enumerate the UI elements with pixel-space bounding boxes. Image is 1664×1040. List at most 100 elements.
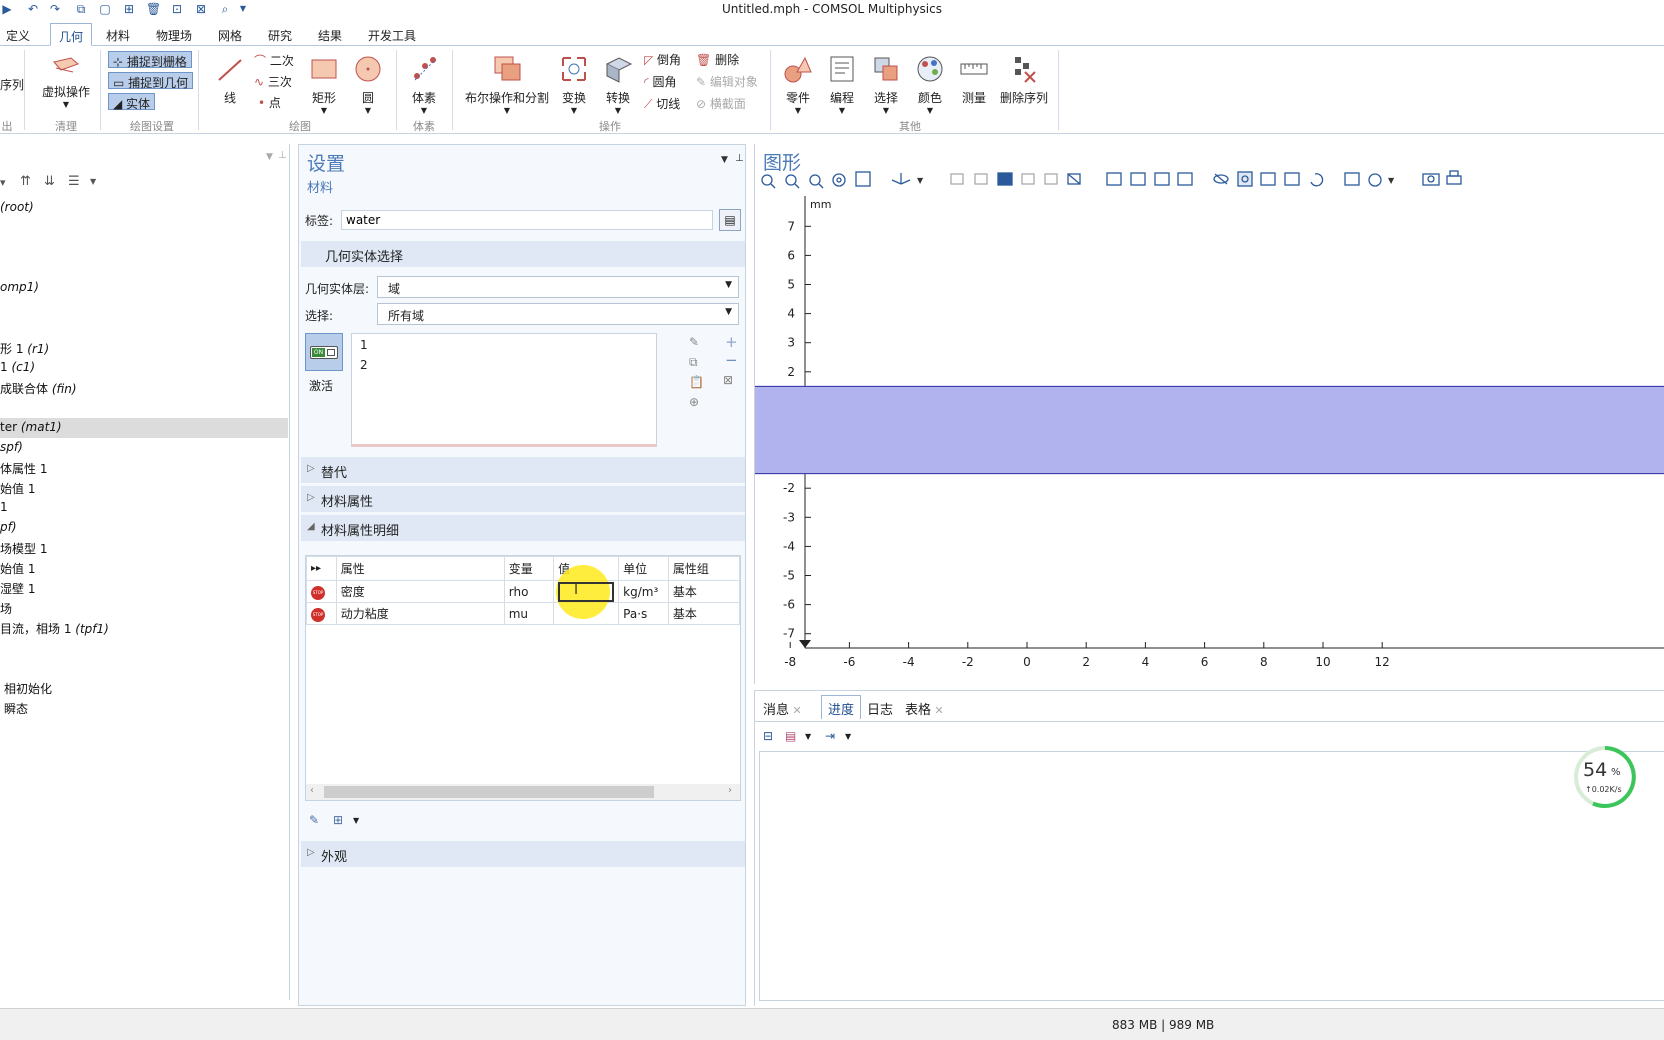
programming-button[interactable]: 编程 ▼ xyxy=(824,54,860,115)
horizontal-scrollbar[interactable]: ‹ › xyxy=(306,784,740,800)
chevron-left-icon[interactable]: ‹ xyxy=(310,785,314,796)
expand-all-icon[interactable]: ⇊ xyxy=(44,174,55,189)
snap-to-geometry-toggle[interactable]: ▭ 捕捉到几何 xyxy=(108,72,194,90)
line-button[interactable]: 线 xyxy=(212,54,248,106)
zoom-in-icon[interactable] xyxy=(761,174,776,189)
select-box-icon[interactable] xyxy=(1067,173,1081,185)
virtual-operations-button[interactable]: 虚拟操作 ▼ xyxy=(38,54,94,109)
active-toggle-button[interactable]: ON xyxy=(305,333,343,371)
clear-selection-icon[interactable] xyxy=(1130,172,1146,186)
tab-geometry[interactable]: 几何 xyxy=(50,23,93,46)
close-icon[interactable]: ✕ xyxy=(931,704,944,717)
chevron-right-icon[interactable]: › xyxy=(728,785,732,796)
color-table-icon[interactable] xyxy=(1368,173,1382,187)
tree-item-root[interactable]: (root) xyxy=(0,200,34,214)
zoom-selected-icon[interactable] xyxy=(832,173,846,187)
edit-object-button[interactable]: ✎ 编辑对象 xyxy=(696,73,758,90)
edit-icon[interactable]: ✎ xyxy=(309,813,319,827)
geometric-selection-header[interactable]: 几何实体选择 xyxy=(301,241,745,267)
network-speed-widget[interactable]: 54 % ↑0.02K/s xyxy=(1573,745,1637,809)
chevron-down-icon[interactable]: ▼ xyxy=(353,816,359,825)
tree-item-two-phase-flow[interactable]: 目流，相场 1 (tpf1) xyxy=(0,620,109,637)
delete-button[interactable]: 🗑 删除 xyxy=(696,51,739,68)
select-all-icon[interactable] xyxy=(1106,172,1122,186)
remove-icon[interactable]: − xyxy=(725,351,738,369)
transparency-icon[interactable] xyxy=(1213,173,1229,185)
table-row[interactable]: STOP 动力粘度 mu Pa·s 基本 xyxy=(306,602,741,625)
tab-log[interactable]: 日志 xyxy=(867,699,893,723)
tree-item-field[interactable]: 场 xyxy=(0,600,12,617)
label-edit-icon[interactable]: ▤ xyxy=(719,209,741,231)
value-cell[interactable]: I xyxy=(553,565,620,619)
tree-item-wall[interactable]: 1 xyxy=(0,500,8,514)
list-icon[interactable]: ☰ xyxy=(68,174,80,189)
boolean-button[interactable]: 布尔操作和分割 ▼ xyxy=(462,54,552,115)
chevron-down-icon[interactable]: ▼ xyxy=(721,155,728,165)
tab-results[interactable]: 结果 xyxy=(318,27,342,46)
add-icon[interactable]: + xyxy=(725,333,738,351)
selection-button[interactable]: 选择 ▼ xyxy=(868,54,904,115)
reset-view-icon[interactable] xyxy=(1310,173,1324,187)
tab-messages[interactable]: 消息 ✕ xyxy=(763,699,802,723)
chevron-down-icon[interactable]: ▼ xyxy=(90,177,96,186)
snap-to-grid-toggle[interactable]: ⊹ 捕捉到栅格 xyxy=(108,51,192,69)
tab-study[interactable]: 研究 xyxy=(268,27,292,46)
tree-item-circle[interactable]: 1 (c1) xyxy=(0,360,35,374)
wireframe-icon[interactable] xyxy=(1237,171,1253,187)
tree-item-initial-values[interactable]: 始值 1 xyxy=(0,480,35,497)
select-edge-icon[interactable] xyxy=(1021,173,1035,185)
tree-item-form-union[interactable]: 成联合体 (fin) xyxy=(0,380,77,397)
quadratic-button[interactable]: ⌒ 二次 xyxy=(254,52,294,69)
material-contents-header[interactable]: ◢ 材料属性明细 xyxy=(301,515,745,541)
select-domain-icon[interactable] xyxy=(974,173,988,185)
tree-item-phase-field[interactable]: pf) xyxy=(0,520,17,534)
tree-item-phase-init[interactable]: 相初始化 xyxy=(4,680,52,697)
fillet-button[interactable]: ◜ 圆角 xyxy=(644,73,676,90)
circle-button[interactable]: 圆 ▼ xyxy=(350,54,386,115)
tree-item-fluid-properties[interactable]: 体属性 1 xyxy=(0,460,47,477)
chamfer-button[interactable]: ◸ 倒角 xyxy=(644,51,681,68)
point-button[interactable]: • 点 xyxy=(258,94,281,111)
parts-button[interactable]: 零件 ▼ xyxy=(780,54,816,115)
tab-physics[interactable]: 物理场 xyxy=(156,27,192,46)
chevron-down-icon[interactable]: ▼ xyxy=(266,152,273,162)
tree-item-wetted-wall[interactable]: 湿壁 1 xyxy=(0,580,35,597)
tab-materials[interactable]: 材料 xyxy=(106,27,130,46)
color-button[interactable]: 颜色 ▼ xyxy=(912,54,948,115)
close-icon[interactable]: ✕ xyxy=(789,704,802,717)
chevron-down-icon[interactable]: ▼ xyxy=(805,732,811,741)
tree-item-transient[interactable]: 瞬态 xyxy=(4,700,28,717)
convert-button[interactable]: 转换 ▼ xyxy=(600,54,636,115)
render-icon[interactable] xyxy=(1284,172,1300,186)
export-icon[interactable]: ⇥ xyxy=(825,729,835,743)
appearance-header[interactable]: ▷ 外观 xyxy=(301,841,745,867)
tangent-button[interactable]: ⟋ 切线 xyxy=(644,95,680,112)
axis-orientation-icon[interactable] xyxy=(891,173,911,185)
column-header[interactable]: 属性 xyxy=(335,556,505,581)
select-object-icon[interactable] xyxy=(950,173,964,185)
view-hidden-icon[interactable] xyxy=(1260,172,1276,186)
cubic-button[interactable]: ∿ 三次 xyxy=(254,73,292,90)
zoom-selection-icon[interactable]: ⊕ xyxy=(689,395,699,409)
tree-item-initial-values-2[interactable]: 始值 1 xyxy=(0,560,35,577)
column-header[interactable]: 单位 xyxy=(618,556,669,581)
pin-icon[interactable]: ⊥ xyxy=(278,150,287,161)
tab-developer[interactable]: 开发工具 xyxy=(368,27,416,46)
sequence-label-cut[interactable]: 序列 xyxy=(0,76,24,93)
tab-table[interactable]: 表格 ✕ xyxy=(905,699,944,723)
transform-button[interactable]: 变换 ▼ xyxy=(556,54,592,115)
chevron-down-icon[interactable]: ▼ xyxy=(917,176,924,185)
chevron-down-icon[interactable]: ▾ xyxy=(0,176,6,189)
scrollbar-thumb[interactable] xyxy=(324,786,654,798)
clear-log-icon[interactable]: ⊟ xyxy=(763,729,773,743)
list-item[interactable]: 2 xyxy=(360,358,368,372)
progress-settings-icon[interactable]: ▤ xyxy=(785,729,796,743)
material-properties-header[interactable]: ▷ 材料属性 xyxy=(301,486,745,512)
cross-section-button[interactable]: ⊘ 横截面 xyxy=(696,95,746,112)
tree-item-rectangle[interactable]: 形 1 (r1) xyxy=(0,340,49,357)
collapse-all-icon[interactable]: ⇈ xyxy=(20,174,31,189)
tree-item-laminar-flow[interactable]: spf) xyxy=(0,440,23,454)
label-input[interactable] xyxy=(341,210,713,230)
expand-icon[interactable]: ▸▸ xyxy=(306,556,337,581)
zoom-extents-icon[interactable] xyxy=(855,171,871,187)
